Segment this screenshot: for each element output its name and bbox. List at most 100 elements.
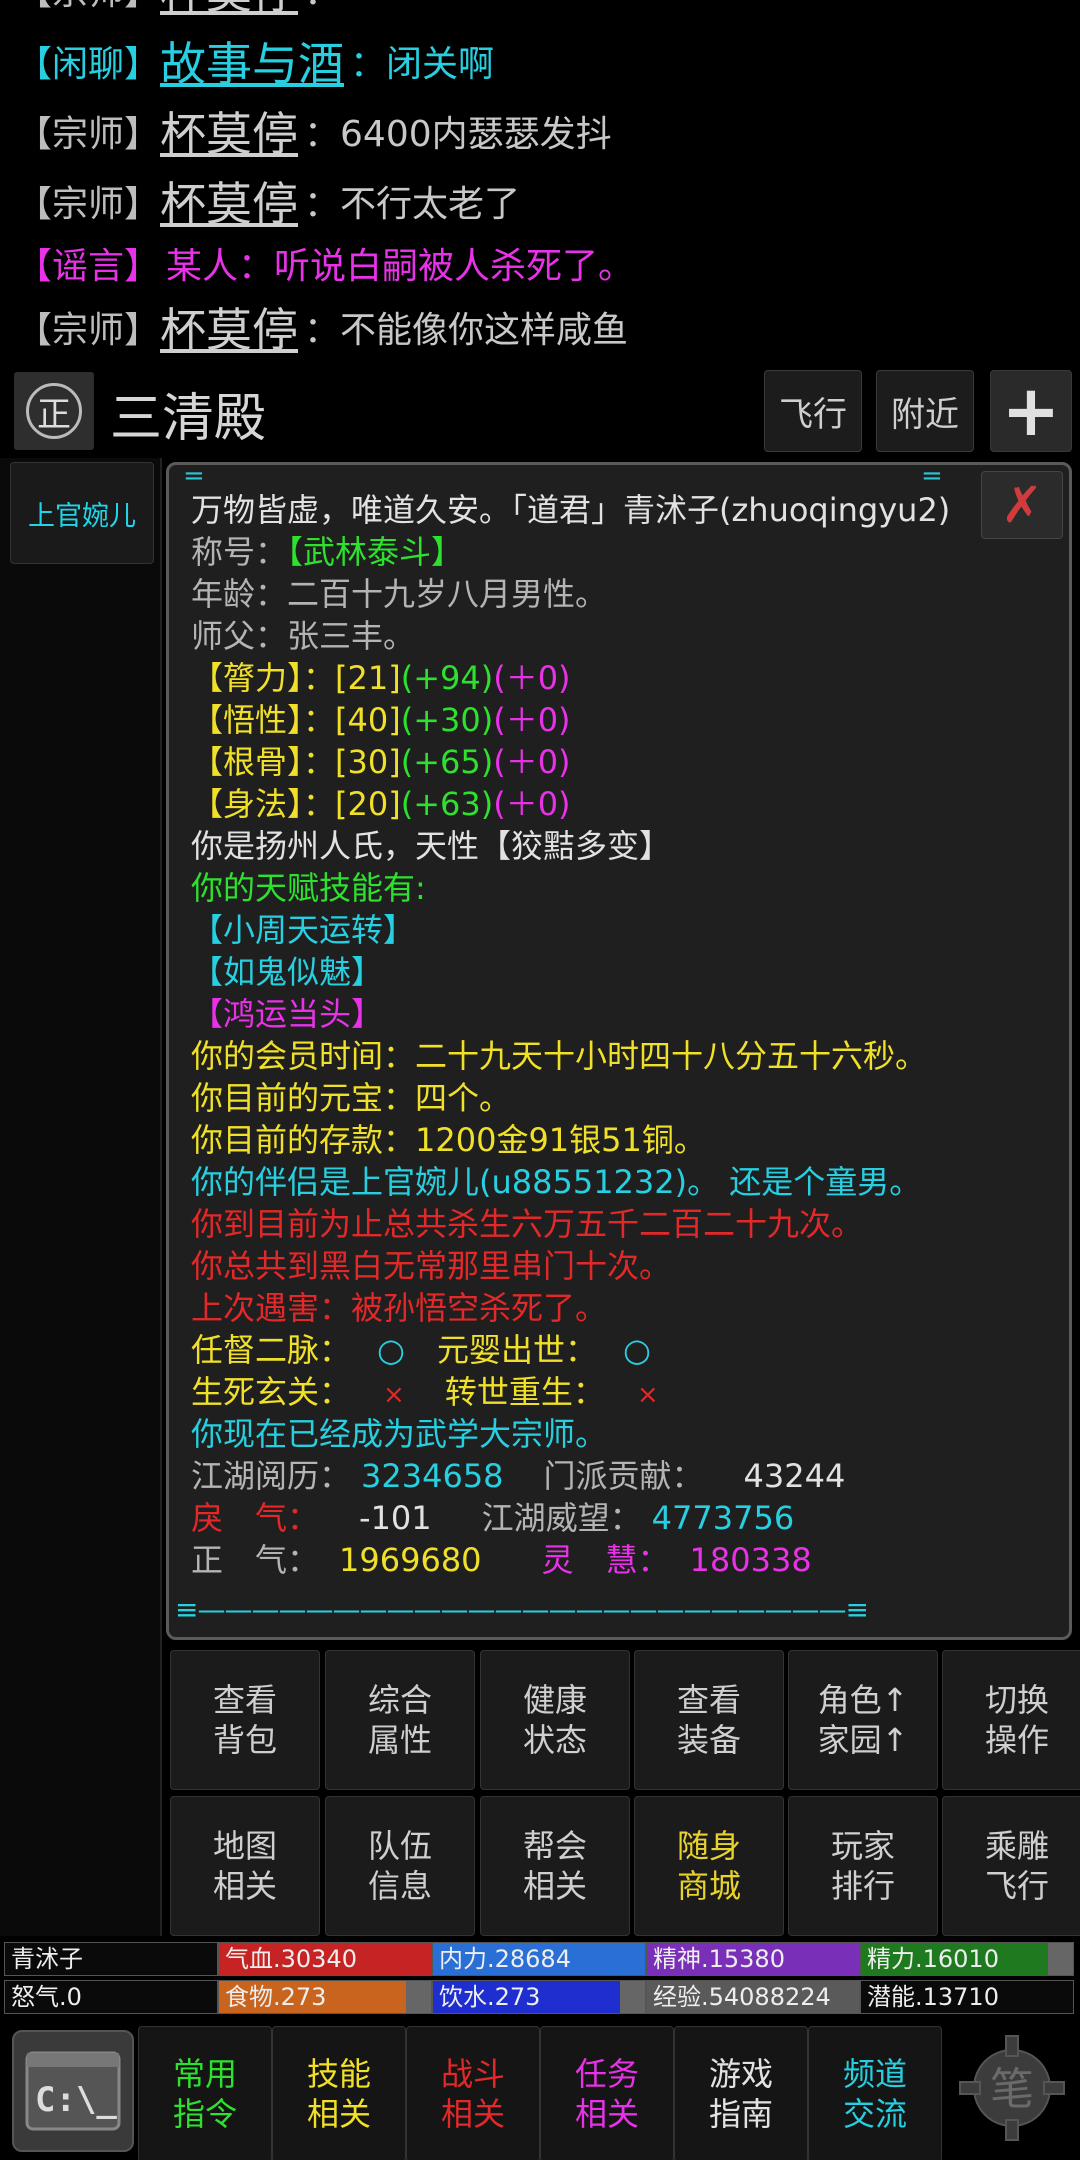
chat-sender[interactable]: 杯莫停 (160, 98, 298, 164)
reborn-label: 转世重生： (444, 1373, 605, 1411)
chat-message: ：6400内瑟瑟发抖 (304, 114, 612, 155)
ranking-button[interactable]: 玩家 排行 (788, 1796, 938, 1936)
stat-bar-label: 青沭子 (11, 1945, 83, 1973)
button-label: 背包 (212, 1721, 277, 1759)
nav-label: 任务 (574, 2055, 639, 2093)
panel-corner-mark: = (183, 462, 205, 491)
gear-icon[interactable]: 笔 (956, 2032, 1068, 2144)
quests-button[interactable]: 任务 相关 (540, 2026, 674, 2160)
guild-button[interactable]: 帮会 相关 (480, 1796, 630, 1936)
partner-line: 你的伴侣是上官婉儿(u88551232)。 还是个童男。 (191, 1163, 922, 1201)
button-label: 排行 (830, 1867, 895, 1905)
nav-label: 游戏 (708, 2055, 773, 2093)
attr-bonus: (+94) (400, 659, 494, 697)
attr-base: [30] (335, 743, 401, 781)
button-label: 属性 (367, 1721, 432, 1759)
evil-value: -101 (359, 1499, 432, 1537)
age-line: 年龄：二百十九岁八月男性。 (191, 575, 608, 613)
chat-tag: 【宗师】 (16, 184, 161, 225)
stat-bar-label: 食物.273 (225, 1983, 327, 2011)
stat-bar-label: 经验.54088224 (653, 1983, 831, 2011)
chat-tag: 【宗师】 (16, 310, 161, 351)
alignment-badge-icon: 正 (26, 383, 82, 439)
grandmaster-line: 你现在已经成为武学大宗师。 (191, 1415, 608, 1453)
yuanying-label: 元婴出世： (436, 1331, 597, 1369)
fly-button[interactable]: 飞行 (764, 370, 862, 452)
button-label: 角色↑ (817, 1681, 909, 1719)
location-bar: 正 三清殿 飞行 附近 + (0, 364, 1080, 456)
chat-sender[interactable]: 杯莫停 (160, 168, 298, 234)
attr-line: 【悟性】：[40](+30)(＋0) (191, 699, 571, 741)
attr-label: 【悟性】： (191, 701, 336, 739)
chat-line: 【谣言】 某人：听说白嗣被人杀死了。 (16, 230, 634, 296)
title-label: 称号： (191, 533, 288, 571)
button-label: 切换 (984, 1681, 1049, 1719)
nearby-item[interactable]: 上官婉儿 (10, 462, 154, 564)
attributes-button[interactable]: 综合 属性 (325, 1650, 475, 1790)
chat-message: 某人：听说白嗣被人杀死了。 (166, 246, 635, 287)
alignment-badge[interactable]: 正 (14, 372, 94, 450)
contrib-label: 门派贡献： (543, 1457, 704, 1495)
evil-line: 戾 气： -101 江湖威望： 4773756 (191, 1497, 794, 1539)
nav-label: 技能 (306, 2055, 371, 2093)
skills-button[interactable]: 技能 相关 (272, 2026, 406, 2160)
nav-label: 相关 (574, 2095, 639, 2133)
team-info-button[interactable]: 队伍 信息 (325, 1796, 475, 1936)
nav-label: 相关 (306, 2095, 371, 2133)
talent-header: 你的天赋技能有: (191, 869, 426, 907)
evil-label: 戾 气： (191, 1499, 320, 1537)
channel-chat-button[interactable]: 频道 交流 (808, 2026, 942, 2160)
view-backpack-button[interactable]: 查看 背包 (170, 1650, 320, 1790)
character-info-panel: = = ✗ 万物皆虚，唯道久安。「道君」青沭子(zhuoqingyu2) 称号：… (166, 462, 1072, 1640)
nav-label: 指令 (172, 2095, 237, 2133)
stat-bar: 潜能.13710 (860, 1980, 1074, 2014)
stat-bar: 食物.273 (218, 1980, 432, 2014)
button-label: 玩家 (830, 1827, 895, 1865)
righteous-value: 1969680 (339, 1541, 482, 1579)
nav-label: 频道 (842, 2055, 907, 2093)
talent-item: 【如鬼似魅】 (191, 953, 384, 991)
chat-message: ：不能像你这样咸鱼 (304, 310, 629, 351)
combat-button[interactable]: 战斗 相关 (406, 2026, 540, 2160)
master-line: 师父：张三丰。 (191, 617, 416, 655)
map-button[interactable]: 地图 相关 (170, 1796, 320, 1936)
talent-item: 【小周天运转】 (191, 911, 416, 949)
role-home-button[interactable]: 角色↑ 家园↑ (788, 1650, 938, 1790)
game-guide-button[interactable]: 游戏 指南 (674, 2026, 808, 2160)
button-label: 家园↑ (817, 1721, 909, 1759)
chat-log[interactable]: 【宗师】杯莫停： 【闲聊】 故事与酒 ：闭关啊 【宗师】 杯莫停 ：6400内瑟… (0, 0, 1080, 362)
contrib-value: 43244 (743, 1457, 846, 1495)
health-status-button[interactable]: 健康 状态 (480, 1650, 630, 1790)
attr-base: [20] (335, 785, 401, 823)
common-commands-button[interactable]: 常用 指令 (138, 2026, 272, 2160)
attr-base: [21] (335, 659, 401, 697)
visits-line: 你总共到黑白无常那里串门十次。 (191, 1247, 672, 1285)
stat-bar-label: 内力.28684 (439, 1945, 571, 1973)
button-label: 队伍 (367, 1827, 432, 1865)
button-label: 查看 (676, 1681, 741, 1719)
nearby-button[interactable]: 附近 (876, 370, 974, 452)
button-label: 地图 (212, 1827, 277, 1865)
stat-bar-label: 气血.30340 (225, 1945, 357, 1973)
attr-extra: (＋0) (493, 785, 571, 823)
title-value: 【武林泰斗】 (287, 533, 464, 571)
yuanying-status-icon: ○ (622, 1331, 651, 1369)
chat-sender[interactable]: 故事与酒 (160, 28, 344, 94)
button-label: 查看 (212, 1681, 277, 1719)
eagle-flight-button[interactable]: 乘雕 飞行 (942, 1796, 1080, 1936)
attr-extra: (＋0) (493, 743, 571, 781)
prestige-value: 4773756 (651, 1499, 795, 1537)
terminal-icon[interactable]: C:\_ (12, 2030, 134, 2152)
switch-mode-button[interactable]: 切换 操作 (942, 1650, 1080, 1790)
chat-sender[interactable]: 杯莫停 (160, 294, 298, 360)
view-equipment-button[interactable]: 查看 装备 (634, 1650, 784, 1790)
stat-bar: 经验.54088224 (646, 1980, 860, 2014)
plus-button[interactable]: + (990, 370, 1072, 452)
attr-label: 【膂力】： (191, 659, 336, 697)
attr-line: 【身法】：[20](+63)(＋0) (191, 783, 571, 825)
close-icon[interactable]: ✗ (981, 471, 1063, 539)
stat-bar-label: 怒气.0 (11, 1983, 82, 2011)
shop-button[interactable]: 随身 商城 (634, 1796, 784, 1936)
stat-bar: 饮水.273 (432, 1980, 646, 2014)
experience-line: 江湖阅历： 3234658 门派贡献： 43244 (191, 1455, 845, 1497)
